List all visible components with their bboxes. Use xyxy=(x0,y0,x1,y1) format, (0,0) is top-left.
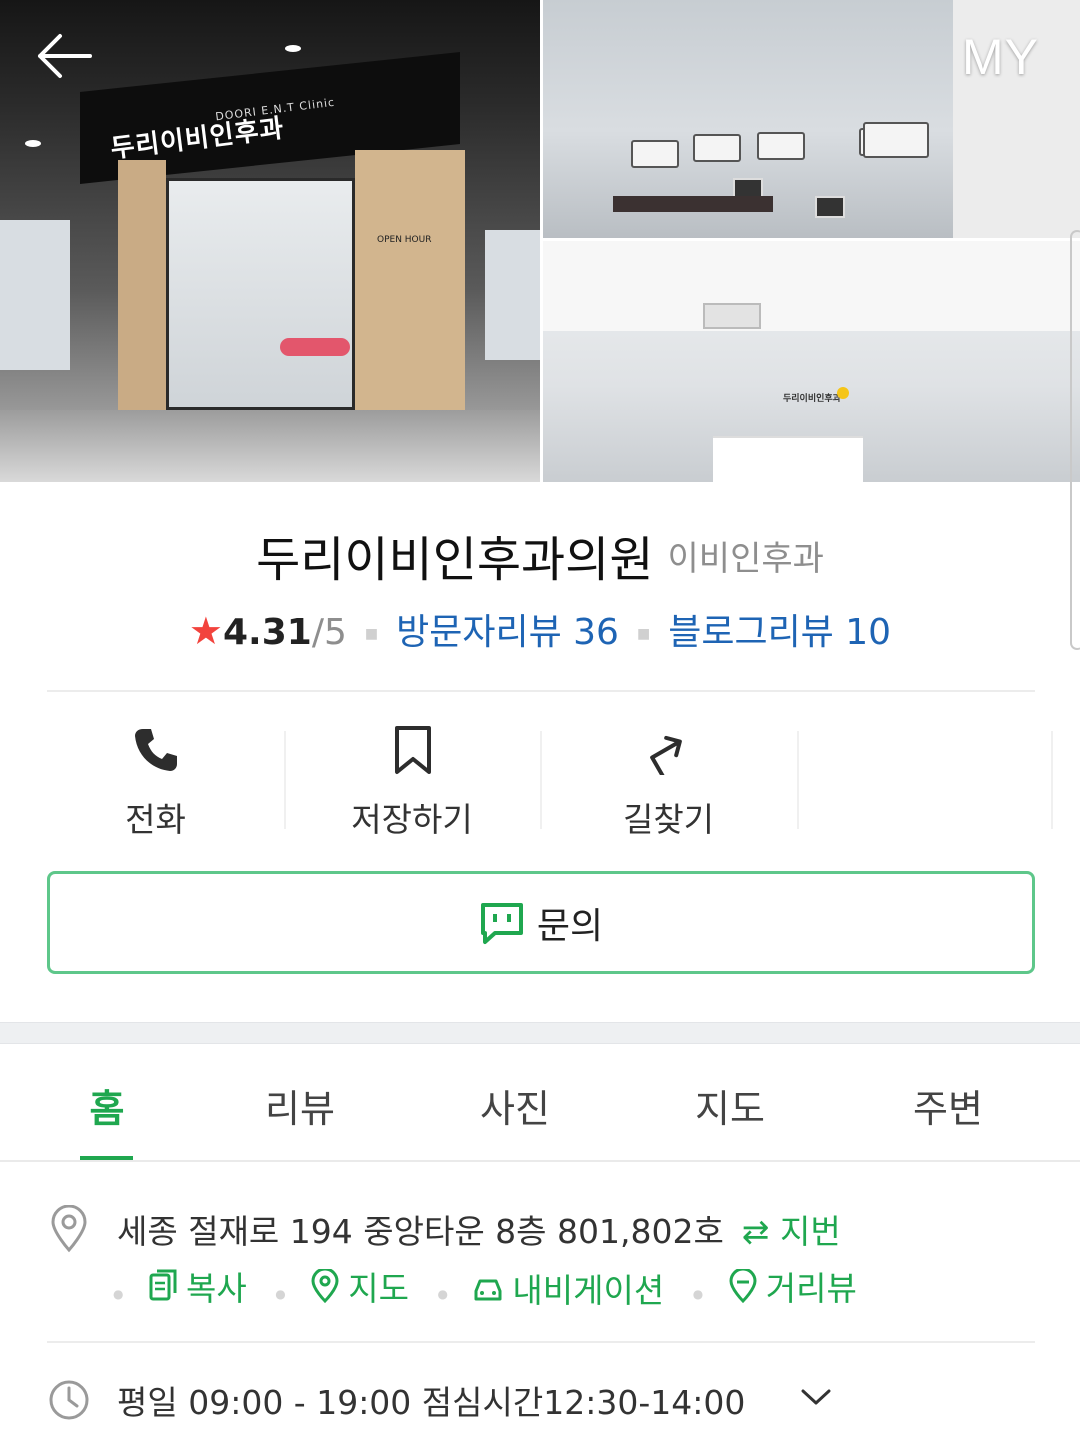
business-hours: 평일 09:00 - 19:00 점심시간12:30-14:00 xyxy=(117,1383,746,1422)
tab-home[interactable]: 홈 xyxy=(47,1078,167,1133)
clock-icon xyxy=(49,1380,89,1420)
directions-label: 길찾기 xyxy=(622,800,715,839)
separator-dot: ■ xyxy=(364,626,379,642)
divider xyxy=(0,1160,1080,1162)
call-button[interactable]: 전화 xyxy=(27,725,284,839)
copy-address-button[interactable]: 복사 xyxy=(148,1262,247,1310)
streetview-button[interactable]: 거리뷰 xyxy=(728,1262,857,1310)
section-divider xyxy=(0,1022,1080,1044)
arrow-left-icon xyxy=(38,34,92,78)
place-header: 두리이비인후과의원 이비인후과 xyxy=(0,520,1080,590)
map-pin-icon xyxy=(311,1269,339,1303)
directions-button[interactable]: 길찾기 xyxy=(540,725,797,839)
action-slot-empty xyxy=(796,725,1054,835)
tab-photos[interactable]: 사진 xyxy=(455,1078,575,1133)
location-pin-icon xyxy=(51,1205,87,1253)
place-category: 이비인후과 xyxy=(667,538,824,579)
blog-reviews-link[interactable]: 블로그리뷰 10 xyxy=(668,612,891,653)
visitor-reviews-link[interactable]: 방문자리뷰 36 xyxy=(396,612,619,653)
photo-reception[interactable]: 두리이비인후과 xyxy=(543,241,1080,482)
separator-dot: ● xyxy=(437,1286,448,1301)
open-hour-text: OPEN HOUR xyxy=(377,235,432,245)
copy-label: 복사 xyxy=(185,1269,247,1308)
inquiry-button[interactable]: 문의 xyxy=(47,871,1035,974)
tab-bar: 홈 리뷰 사진 지도 주변 xyxy=(0,1046,1080,1162)
chat-icon xyxy=(480,902,523,944)
directions-icon xyxy=(650,735,682,775)
rating-max: /5 xyxy=(311,612,347,653)
separator-dot: ● xyxy=(275,1286,286,1301)
place-name: 두리이비인후과의원 xyxy=(256,532,654,588)
rating-score: 4.31 xyxy=(223,612,312,653)
my-button[interactable]: MY xyxy=(962,28,1039,86)
save-button[interactable]: 저장하기 xyxy=(283,725,541,839)
tab-nearby[interactable]: 주변 xyxy=(888,1078,1008,1133)
car-icon xyxy=(474,1279,502,1301)
divider xyxy=(47,690,1035,692)
address-text: 세종 절재로 194 중앙타운 8층 801,802호 xyxy=(117,1212,724,1251)
tab-map[interactable]: 지도 xyxy=(670,1078,790,1133)
navigation-label: 내비게이션 xyxy=(512,1271,665,1310)
separator-dot: ● xyxy=(113,1286,124,1301)
separator-dot: ■ xyxy=(636,626,651,642)
star-icon: ★ xyxy=(188,609,223,653)
chevron-down-icon[interactable] xyxy=(800,1385,832,1409)
navigation-button[interactable]: 내비게이션 xyxy=(472,1264,664,1312)
map-button[interactable]: 지도 xyxy=(310,1262,409,1310)
inquiry-label: 문의 xyxy=(536,905,604,947)
separator-dot: ● xyxy=(692,1286,704,1301)
streetview-label: 거리뷰 xyxy=(765,1269,857,1308)
address-row: 세종 절재로 194 중앙타운 8층 801,802호 ⇄ 지번 xyxy=(117,1205,841,1253)
address-actions: ● 복사 ● 지도 ● 내비게이션 ● 거리뷰 xyxy=(113,1262,875,1312)
phone-icon xyxy=(135,729,177,771)
photo-gallery[interactable]: DOORI E.N.T Clinic 두리이비인후과 OPEN HOUR 두리이… xyxy=(0,0,1080,482)
rating-row: ★4.31/5 ■ 방문자리뷰 36 ■ 블로그리뷰 10 xyxy=(0,603,1080,655)
streetview-icon xyxy=(729,1269,757,1303)
back-button[interactable] xyxy=(34,32,94,80)
copy-icon xyxy=(149,1269,177,1301)
save-label: 저장하기 xyxy=(351,800,473,839)
divider xyxy=(47,1341,1035,1343)
action-bar: 전화 저장하기 길찾기 xyxy=(27,725,1054,839)
bookmark-icon xyxy=(394,726,431,774)
reception-sign: 두리이비인후과 xyxy=(783,394,841,404)
jibun-toggle[interactable]: ⇄ 지번 xyxy=(742,1212,841,1251)
tab-reviews[interactable]: 리뷰 xyxy=(240,1078,360,1133)
call-label: 전화 xyxy=(125,800,186,839)
map-label: 지도 xyxy=(348,1269,409,1308)
